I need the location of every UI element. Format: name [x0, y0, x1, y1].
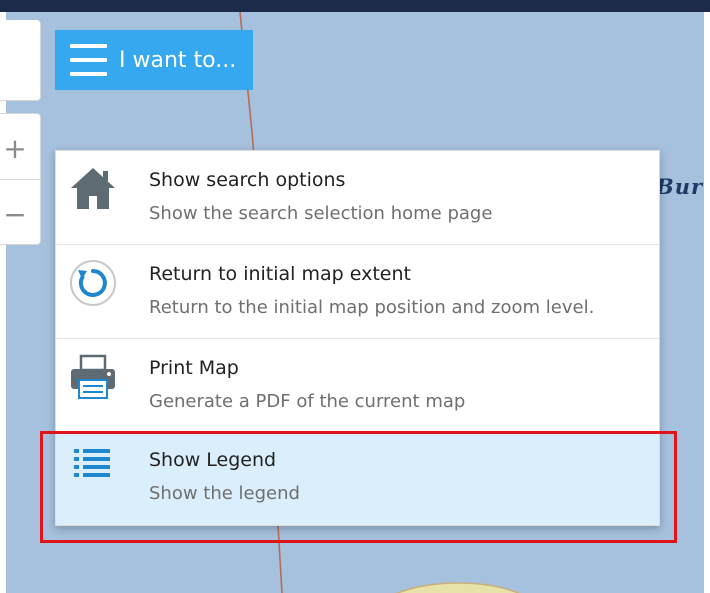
- hamburger-icon: [70, 44, 107, 76]
- map-place-label: Burra: [656, 174, 704, 199]
- i-want-to-label: I want to...: [119, 47, 237, 73]
- menu-item-show-search-options[interactable]: Show search options Show the search sele…: [56, 151, 659, 245]
- menu-item-description: Generate a PDF of the current map: [149, 391, 466, 412]
- list-icon: [74, 449, 110, 477]
- zoom-out-button[interactable]: −: [0, 184, 30, 244]
- app-frame: Burra + − I want to... Show search optio…: [0, 0, 710, 593]
- zoom-control: + −: [0, 113, 41, 245]
- menu-item-title: Show Legend: [149, 449, 277, 471]
- top-bar: [0, 0, 710, 12]
- map-land-area: [395, 582, 520, 593]
- menu-item-print-map[interactable]: Print Map Generate a PDF of the current …: [56, 339, 659, 433]
- menu-item-description: Return to the initial map position and z…: [149, 297, 595, 318]
- side-panel-tab[interactable]: [0, 20, 41, 101]
- i-want-to-menu: Show search options Show the search sele…: [55, 150, 660, 526]
- menu-item-return-initial-extent[interactable]: Return to initial map extent Return to t…: [56, 245, 659, 339]
- menu-item-show-legend[interactable]: Show Legend Show the legend: [56, 433, 659, 525]
- menu-item-title: Show search options: [149, 169, 346, 191]
- menu-item-title: Return to initial map extent: [149, 263, 411, 285]
- i-want-to-button[interactable]: I want to...: [55, 30, 253, 90]
- menu-item-description: Show the search selection home page: [149, 203, 493, 224]
- printer-icon: [71, 354, 115, 399]
- home-icon: [71, 168, 115, 209]
- refresh-icon: [70, 260, 116, 306]
- zoom-divider: [0, 179, 40, 180]
- zoom-in-button[interactable]: +: [0, 118, 30, 178]
- menu-item-description: Show the legend: [149, 483, 300, 504]
- menu-item-title: Print Map: [149, 357, 239, 379]
